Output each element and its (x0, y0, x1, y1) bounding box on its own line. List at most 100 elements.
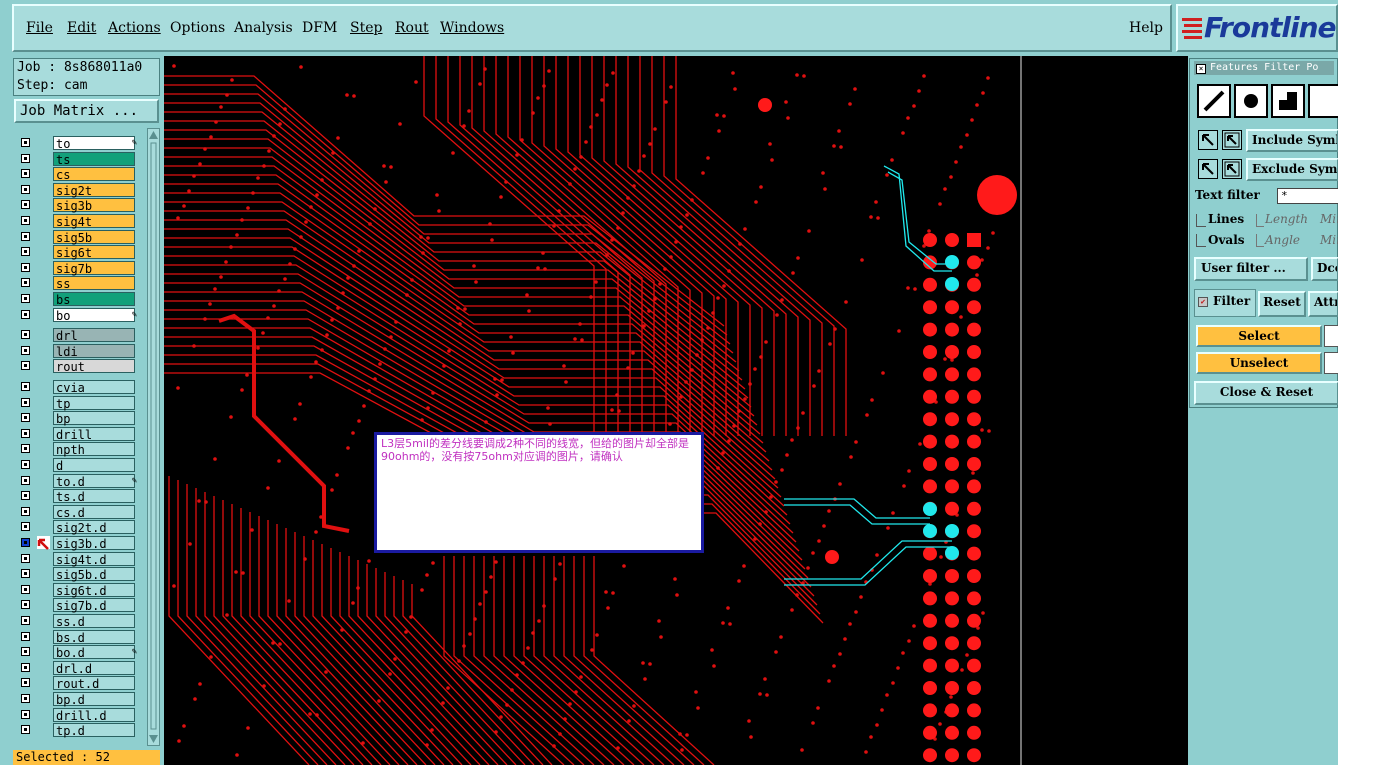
layer-name[interactable]: drl (53, 328, 135, 343)
layer-checkbox[interactable] (21, 694, 30, 703)
layer-checkbox[interactable] (21, 169, 30, 179)
layer-name[interactable]: bs.d (53, 629, 135, 645)
layer-name[interactable]: cs.d (53, 504, 135, 520)
layer-checkbox[interactable] (21, 584, 30, 594)
layer-checkbox[interactable] (21, 444, 30, 454)
menu-dfm[interactable]: DFM (302, 20, 337, 36)
layer-row-sig4t[interactable]: sig4t (17, 214, 143, 229)
layer-checkbox[interactable] (21, 247, 30, 257)
layer-row-d[interactable]: d (17, 458, 143, 473)
menu-windows[interactable]: Windows (440, 20, 504, 36)
layer-row-sig7b-d[interactable]: sig7b.d (17, 598, 143, 613)
filter-toggle[interactable]: ✔ Filter (1194, 289, 1256, 317)
layer-name[interactable]: tp.d (53, 723, 135, 738)
layer-checkbox[interactable] (21, 491, 30, 501)
layer-checkbox[interactable] (21, 413, 30, 423)
layer-name[interactable]: drill (53, 426, 135, 442)
layer-name[interactable]: cvia (53, 380, 135, 395)
layer-row-ss[interactable]: ss (17, 276, 143, 291)
line-shape-button[interactable] (1197, 84, 1231, 118)
layer-row-sig2t-d[interactable]: sig2t.d (17, 520, 143, 535)
layer-name[interactable]: bo (53, 307, 135, 323)
layer-checkbox[interactable] (21, 428, 30, 438)
layer-checkbox[interactable] (21, 278, 30, 288)
layer-row-sig6t[interactable]: sig6t (17, 245, 143, 260)
layer-checkbox[interactable] (21, 231, 30, 241)
layer-name[interactable]: bs (53, 292, 135, 307)
attributes-button[interactable]: Attr (1308, 291, 1338, 317)
layer-checkbox[interactable] (21, 662, 30, 672)
layer-row-sig5b[interactable]: sig5b (17, 229, 143, 245)
layer-checkbox[interactable] (21, 522, 30, 532)
user-filter-button[interactable]: User filter ... (1194, 257, 1308, 281)
layer-checkbox[interactable] (21, 709, 30, 719)
layer-row-tp[interactable]: tp (17, 395, 143, 411)
annotation-note[interactable]: L3层5mil的差分线要调成2种不同的线宽，但给的图片却全部是90ohm的，没有… (374, 432, 704, 553)
layer-row-drill[interactable]: drill (17, 426, 143, 442)
layer-checkbox[interactable] (21, 345, 30, 355)
layer-checkbox[interactable] (21, 216, 30, 225)
layer-row-ss-d[interactable]: ss.d (17, 614, 143, 629)
close-reset-button[interactable]: Close & Reset (1194, 381, 1338, 405)
unselect-button[interactable]: Unselect (1196, 352, 1322, 374)
exclude-symbols-button[interactable]: Exclude Symb (1246, 158, 1338, 181)
pcb-graphics[interactable] (164, 56, 1188, 765)
layer-row-cvia[interactable]: cvia (17, 380, 143, 395)
layer-name[interactable]: sig6t (53, 245, 135, 260)
layer-row-sig3b[interactable]: sig3b (17, 198, 143, 213)
layer-row-bs[interactable]: bs (17, 292, 143, 307)
layer-row-sig6t-d[interactable]: sig6t.d (17, 582, 143, 598)
lines-checkbox[interactable] (1196, 214, 1206, 227)
layer-name[interactable]: sig4t.d (53, 551, 135, 567)
layer-checkbox[interactable] (21, 138, 30, 147)
layer-row-bo-d[interactable]: bo.d ✎ (17, 645, 143, 660)
layer-name[interactable]: ss.d (53, 614, 135, 629)
layer-name[interactable]: ts.d (53, 489, 135, 504)
layer-name[interactable]: sig3b (53, 198, 135, 213)
layer-checkbox[interactable] (21, 262, 30, 272)
reset-button[interactable]: Reset (1258, 291, 1306, 317)
layer-row-cs-d[interactable]: cs.d (17, 504, 143, 520)
layer-name[interactable]: sig6t.d (53, 582, 135, 598)
layer-row-npth[interactable]: npth (17, 442, 143, 457)
layer-checkbox[interactable] (21, 153, 30, 163)
select-button[interactable]: Select (1196, 325, 1322, 347)
surface-shape-button[interactable] (1271, 84, 1305, 118)
layer-checkbox[interactable] (21, 475, 30, 485)
layer-checkbox[interactable] (21, 569, 30, 579)
layer-name[interactable]: ts (53, 151, 135, 167)
layer-name[interactable]: rout (53, 359, 135, 374)
layer-row-sig4t-d[interactable]: sig4t.d (17, 551, 143, 567)
exclude-pick-icon[interactable] (1198, 159, 1218, 179)
layer-name[interactable]: bp.d (53, 692, 135, 707)
include-symbols-button[interactable]: Include Symb (1246, 129, 1338, 152)
layer-name[interactable]: sig3b.d (53, 536, 135, 551)
layer-checkbox[interactable] (21, 725, 30, 735)
layer-name[interactable]: to.d (53, 473, 135, 489)
layer-checkbox[interactable] (21, 460, 30, 469)
layer-checkbox[interactable] (21, 294, 30, 303)
text-shape-button[interactable] (1308, 84, 1338, 118)
layer-checkbox[interactable] (21, 553, 30, 563)
menu-options[interactable]: Options (170, 20, 225, 36)
layer-name[interactable]: sig4t (53, 214, 135, 229)
layer-row-to-d[interactable]: to.d ✎ (17, 473, 143, 489)
layer-row-bo[interactable]: bo ✎ (17, 307, 143, 323)
layer-row-sig3b-d[interactable]: sig3b.d (17, 536, 143, 551)
close-icon[interactable]: × (1196, 64, 1206, 74)
menu-file[interactable]: File (26, 20, 53, 36)
length-checkbox[interactable] (1256, 214, 1264, 227)
layer-checkbox[interactable] (21, 397, 30, 407)
layer-row-sig5b-d[interactable]: sig5b.d (17, 567, 143, 582)
layer-checkbox[interactable] (21, 382, 30, 391)
layer-checkbox[interactable] (21, 309, 30, 319)
layer-name[interactable]: sig7b.d (53, 598, 135, 613)
pcb-canvas[interactable] (164, 56, 1188, 765)
layer-name[interactable]: sig7b (53, 260, 135, 276)
menu-actions[interactable]: Actions (108, 20, 161, 36)
layer-row-bp-d[interactable]: bp.d (17, 692, 143, 707)
menu-help[interactable]: Help (1129, 20, 1163, 36)
layer-row-drill-d[interactable]: drill.d (17, 707, 143, 723)
layer-name[interactable]: npth (53, 442, 135, 457)
layer-row-tp-d[interactable]: tp.d (17, 723, 143, 738)
